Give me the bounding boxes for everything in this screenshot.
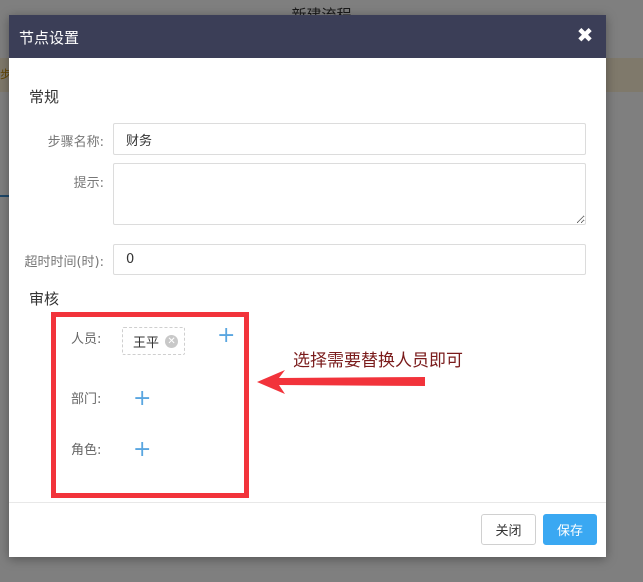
- highlight-box: [51, 312, 249, 498]
- timeout-input[interactable]: [113, 244, 586, 275]
- modal-title: 节点设置: [19, 29, 80, 47]
- close-button[interactable]: 关闭: [481, 514, 536, 545]
- audit-section-title: 审核: [29, 290, 60, 308]
- timeout-label: 超时时间(时):: [24, 255, 104, 270]
- step-name-input[interactable]: [113, 123, 586, 155]
- save-button[interactable]: 保存: [543, 514, 597, 545]
- annotation-text: 选择需要替换人员即可: [293, 351, 463, 371]
- close-icon[interactable]: ✖: [574, 24, 596, 46]
- modal-header: 节点设置 ✖: [9, 15, 606, 58]
- step-name-label: 步骤名称:: [47, 135, 104, 150]
- hint-textarea[interactable]: [113, 163, 586, 225]
- general-section-title: 常规: [29, 88, 60, 106]
- hint-label: 提示:: [73, 176, 104, 191]
- footer-divider: [9, 502, 606, 503]
